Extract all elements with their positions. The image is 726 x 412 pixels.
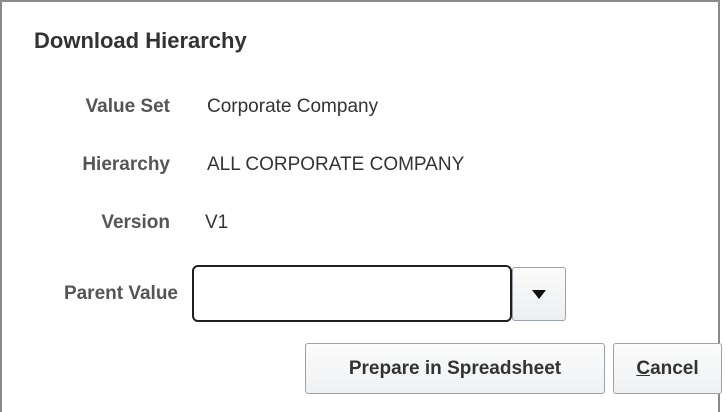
cancel-label-rest: ancel	[650, 357, 699, 379]
parent-value-dropdown-button[interactable]	[512, 267, 566, 321]
version-value: V1	[205, 212, 229, 233]
parent-value-label: Parent Value	[63, 283, 178, 304]
dialog-title: Download Hierarchy	[34, 28, 247, 53]
prepare-in-spreadsheet-button[interactable]: Prepare in Spreadsheet	[305, 343, 605, 394]
hierarchy-value: ALL CORPORATE COMPANY	[207, 154, 465, 175]
cancel-accesskey: C	[636, 357, 651, 379]
cancel-button[interactable]: Cancel	[613, 343, 722, 394]
value-set-label: Value Set	[85, 96, 171, 117]
parent-value-input[interactable]	[192, 265, 512, 322]
prepare-button-label: Prepare in Spreadsheet	[348, 357, 562, 379]
triangle-down-icon	[532, 290, 546, 299]
hierarchy-label: Hierarchy	[82, 154, 170, 175]
value-set-value: Corporate Company	[207, 96, 379, 117]
version-label: Version	[101, 212, 170, 233]
download-hierarchy-dialog: Download Hierarchy Value Set Corporate C…	[0, 0, 722, 412]
